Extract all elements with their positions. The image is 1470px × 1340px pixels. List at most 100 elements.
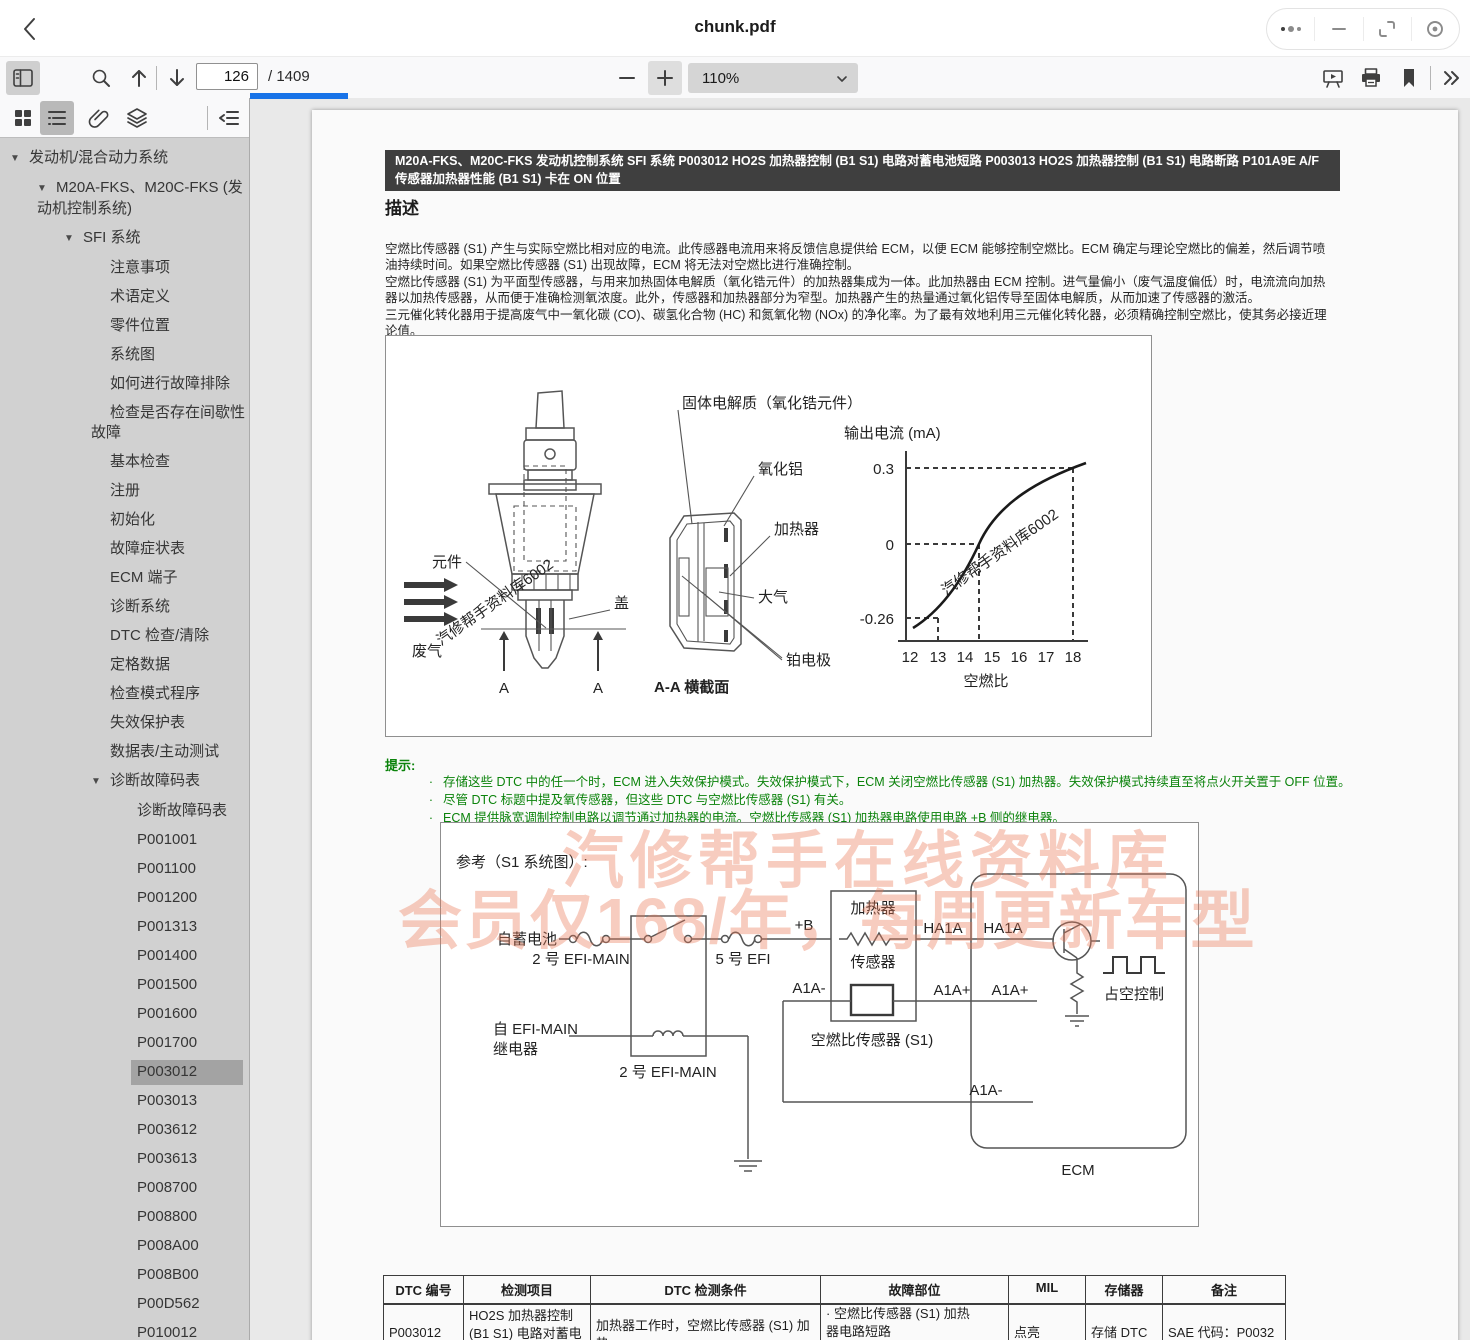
previous-page-button[interactable] [122, 61, 156, 95]
page-number-input[interactable] [196, 63, 258, 90]
outline-item[interactable]: P00D562 [0, 1290, 249, 1319]
caret-down-icon[interactable]: ▼ [64, 229, 83, 249]
outline-item[interactable]: 注册 [0, 477, 249, 506]
outline-item-label: 失效保护表 [110, 714, 185, 731]
expand-icon[interactable] [1364, 17, 1412, 41]
outline-item[interactable]: ECM 端子 [0, 564, 249, 593]
outline-item[interactable]: P001600 [0, 1000, 249, 1029]
x-tick: 18 [1065, 649, 1082, 666]
minimize-icon[interactable] [1315, 17, 1363, 41]
more-tools-button[interactable] [1434, 61, 1468, 95]
zoom-select[interactable]: 110% [688, 63, 858, 93]
outline-item-label: 诊断故障码表 [110, 772, 200, 789]
outline-item[interactable]: 零件位置 [0, 312, 249, 341]
outline-item[interactable]: P001100 [0, 855, 249, 884]
dtc-table: DTC 编号检测项目DTC 检测条件故障部位MIL存储器备注 P003012HO… [383, 1275, 1286, 1340]
outline-item-label: P008B00 [137, 1266, 199, 1283]
outline-item[interactable]: P001700 [0, 1029, 249, 1058]
caret-down-icon[interactable]: ▼ [10, 149, 29, 169]
next-page-button[interactable] [160, 61, 194, 95]
alumina-label: 氧化铝 [758, 461, 803, 478]
outline-item[interactable]: ▼诊断故障码表 [0, 767, 249, 797]
outline-item[interactable]: P008700 [0, 1174, 249, 1203]
sidebar-toggle-button[interactable] [6, 61, 40, 95]
outline-item[interactable]: 系统图 [0, 341, 249, 370]
outline-item[interactable]: 数据表/主动测试 [0, 738, 249, 767]
battery-label: 自蓄电池 [497, 931, 557, 948]
table-header-cell: DTC 编号 [384, 1276, 464, 1305]
cover-label: 盖 [614, 595, 629, 612]
outline-item[interactable]: 诊断故障码表 [0, 797, 249, 826]
more-options-icon[interactable] [1267, 17, 1315, 41]
outline-item[interactable]: P001400 [0, 942, 249, 971]
bookmark-button[interactable] [1392, 61, 1426, 95]
outline-item[interactable]: ▼发动机/混合动力系统 [0, 144, 249, 174]
outline-item[interactable]: 检查是否存在间歇性故障 [0, 399, 249, 448]
current-outline-item-button[interactable] [212, 101, 246, 135]
fuse2-label: 5 号 EFI [715, 951, 770, 968]
outline-item-label: 检查模式程序 [110, 685, 200, 702]
outline-view-button[interactable] [40, 101, 74, 135]
outline-item[interactable]: P001001 [0, 826, 249, 855]
table-row: P003012HO2S 加热器控制 (B1 S1) 电路对蓄电加热器工作时，空燃… [384, 1304, 1286, 1340]
outline-item-label: 发动机/混合动力系统 [29, 149, 168, 166]
attachments-button[interactable] [82, 101, 116, 135]
outline-item[interactable]: ▼SFI 系统 [0, 224, 249, 254]
outline-item[interactable]: P008800 [0, 1203, 249, 1232]
outline-item-label: P008A00 [137, 1237, 199, 1254]
a1a-plus-out-label: A1A+ [933, 982, 970, 999]
y-tick: 0 [886, 537, 894, 554]
outline-item[interactable]: P003613 [0, 1145, 249, 1174]
table-cell: SAE 代码：P0032 [1163, 1304, 1286, 1340]
pdf-viewer-area[interactable]: M20A-FKS、M20C-FKS 发动机控制系统 SFI 系统 P003012… [250, 98, 1470, 1340]
zoom-in-button[interactable] [648, 61, 682, 95]
outline-item-label: DTC 检查/清除 [110, 627, 209, 644]
outline-item[interactable]: P001500 [0, 971, 249, 1000]
caret-down-icon[interactable]: ▼ [91, 772, 110, 792]
outline-item[interactable]: 诊断系统 [0, 593, 249, 622]
print-button[interactable] [1354, 61, 1388, 95]
a1a-plus-in-label: A1A+ [991, 982, 1028, 999]
outline-item[interactable]: P001200 [0, 884, 249, 913]
outline-item[interactable]: 初始化 [0, 506, 249, 535]
outline-item[interactable]: 失效保护表 [0, 709, 249, 738]
presentation-mode-button[interactable] [1316, 61, 1350, 95]
caret-down-icon[interactable]: ▼ [37, 179, 56, 199]
outline-item-label: P001600 [137, 1005, 197, 1022]
outline-item[interactable]: P003612 [0, 1116, 249, 1145]
thumbnails-view-button[interactable] [6, 101, 40, 135]
hint-label: 提示: [385, 755, 415, 774]
outline-item[interactable]: 基本检查 [0, 448, 249, 477]
search-button[interactable] [84, 61, 118, 95]
outline-item[interactable]: 定格数据 [0, 651, 249, 680]
outline-item[interactable]: P003012 [0, 1058, 249, 1087]
outline-item[interactable]: ▼M20A-FKS、M20C-FKS (发动机控制系统) [0, 174, 249, 224]
outline-item-label: P003012 [131, 1060, 243, 1085]
target-icon[interactable] [1412, 17, 1459, 41]
sensor-diagram-figure: 元件 盖 A A 废气 汽修帮手资料库6002 [385, 335, 1152, 737]
description-paragraph: 空燃比传感器 (S1) 为平面型传感器，与用来加热固体电解质（氧化锆元件）的加热… [385, 274, 1335, 307]
outline-item[interactable]: P003013 [0, 1087, 249, 1116]
zoom-out-button[interactable] [610, 61, 644, 95]
outline-item[interactable]: 术语定义 [0, 283, 249, 312]
outline-item[interactable]: 检查模式程序 [0, 680, 249, 709]
outline-item[interactable]: P008A00 [0, 1232, 249, 1261]
outline-item[interactable]: DTC 检查/清除 [0, 622, 249, 651]
a1a-minus-left-label: A1A- [792, 980, 825, 997]
graph-y-axis-label: 输出电流 (mA) [844, 425, 941, 442]
outline-item[interactable]: 如何进行故障排除 [0, 370, 249, 399]
outline-item[interactable]: P001313 [0, 913, 249, 942]
outline-item-label: P001400 [137, 947, 197, 964]
ha1a-in-label: HA1A [983, 920, 1022, 937]
outline-item[interactable]: 故障症状表 [0, 535, 249, 564]
outline-item-label: P003613 [137, 1150, 197, 1167]
table-cell: HO2S 加热器控制 (B1 S1) 电路对蓄电 [464, 1304, 591, 1340]
table-header-cell: 检测项目 [464, 1276, 591, 1305]
x-tick: 12 [902, 649, 919, 666]
outline-item[interactable]: P010012 [0, 1319, 249, 1340]
layers-button[interactable] [120, 101, 154, 135]
outline-tree: ▼发动机/混合动力系统▼M20A-FKS、M20C-FKS (发动机控制系统)▼… [0, 139, 249, 1340]
outline-item-label: 故障症状表 [110, 540, 185, 557]
outline-item[interactable]: P008B00 [0, 1261, 249, 1290]
outline-item[interactable]: 注意事项 [0, 254, 249, 283]
